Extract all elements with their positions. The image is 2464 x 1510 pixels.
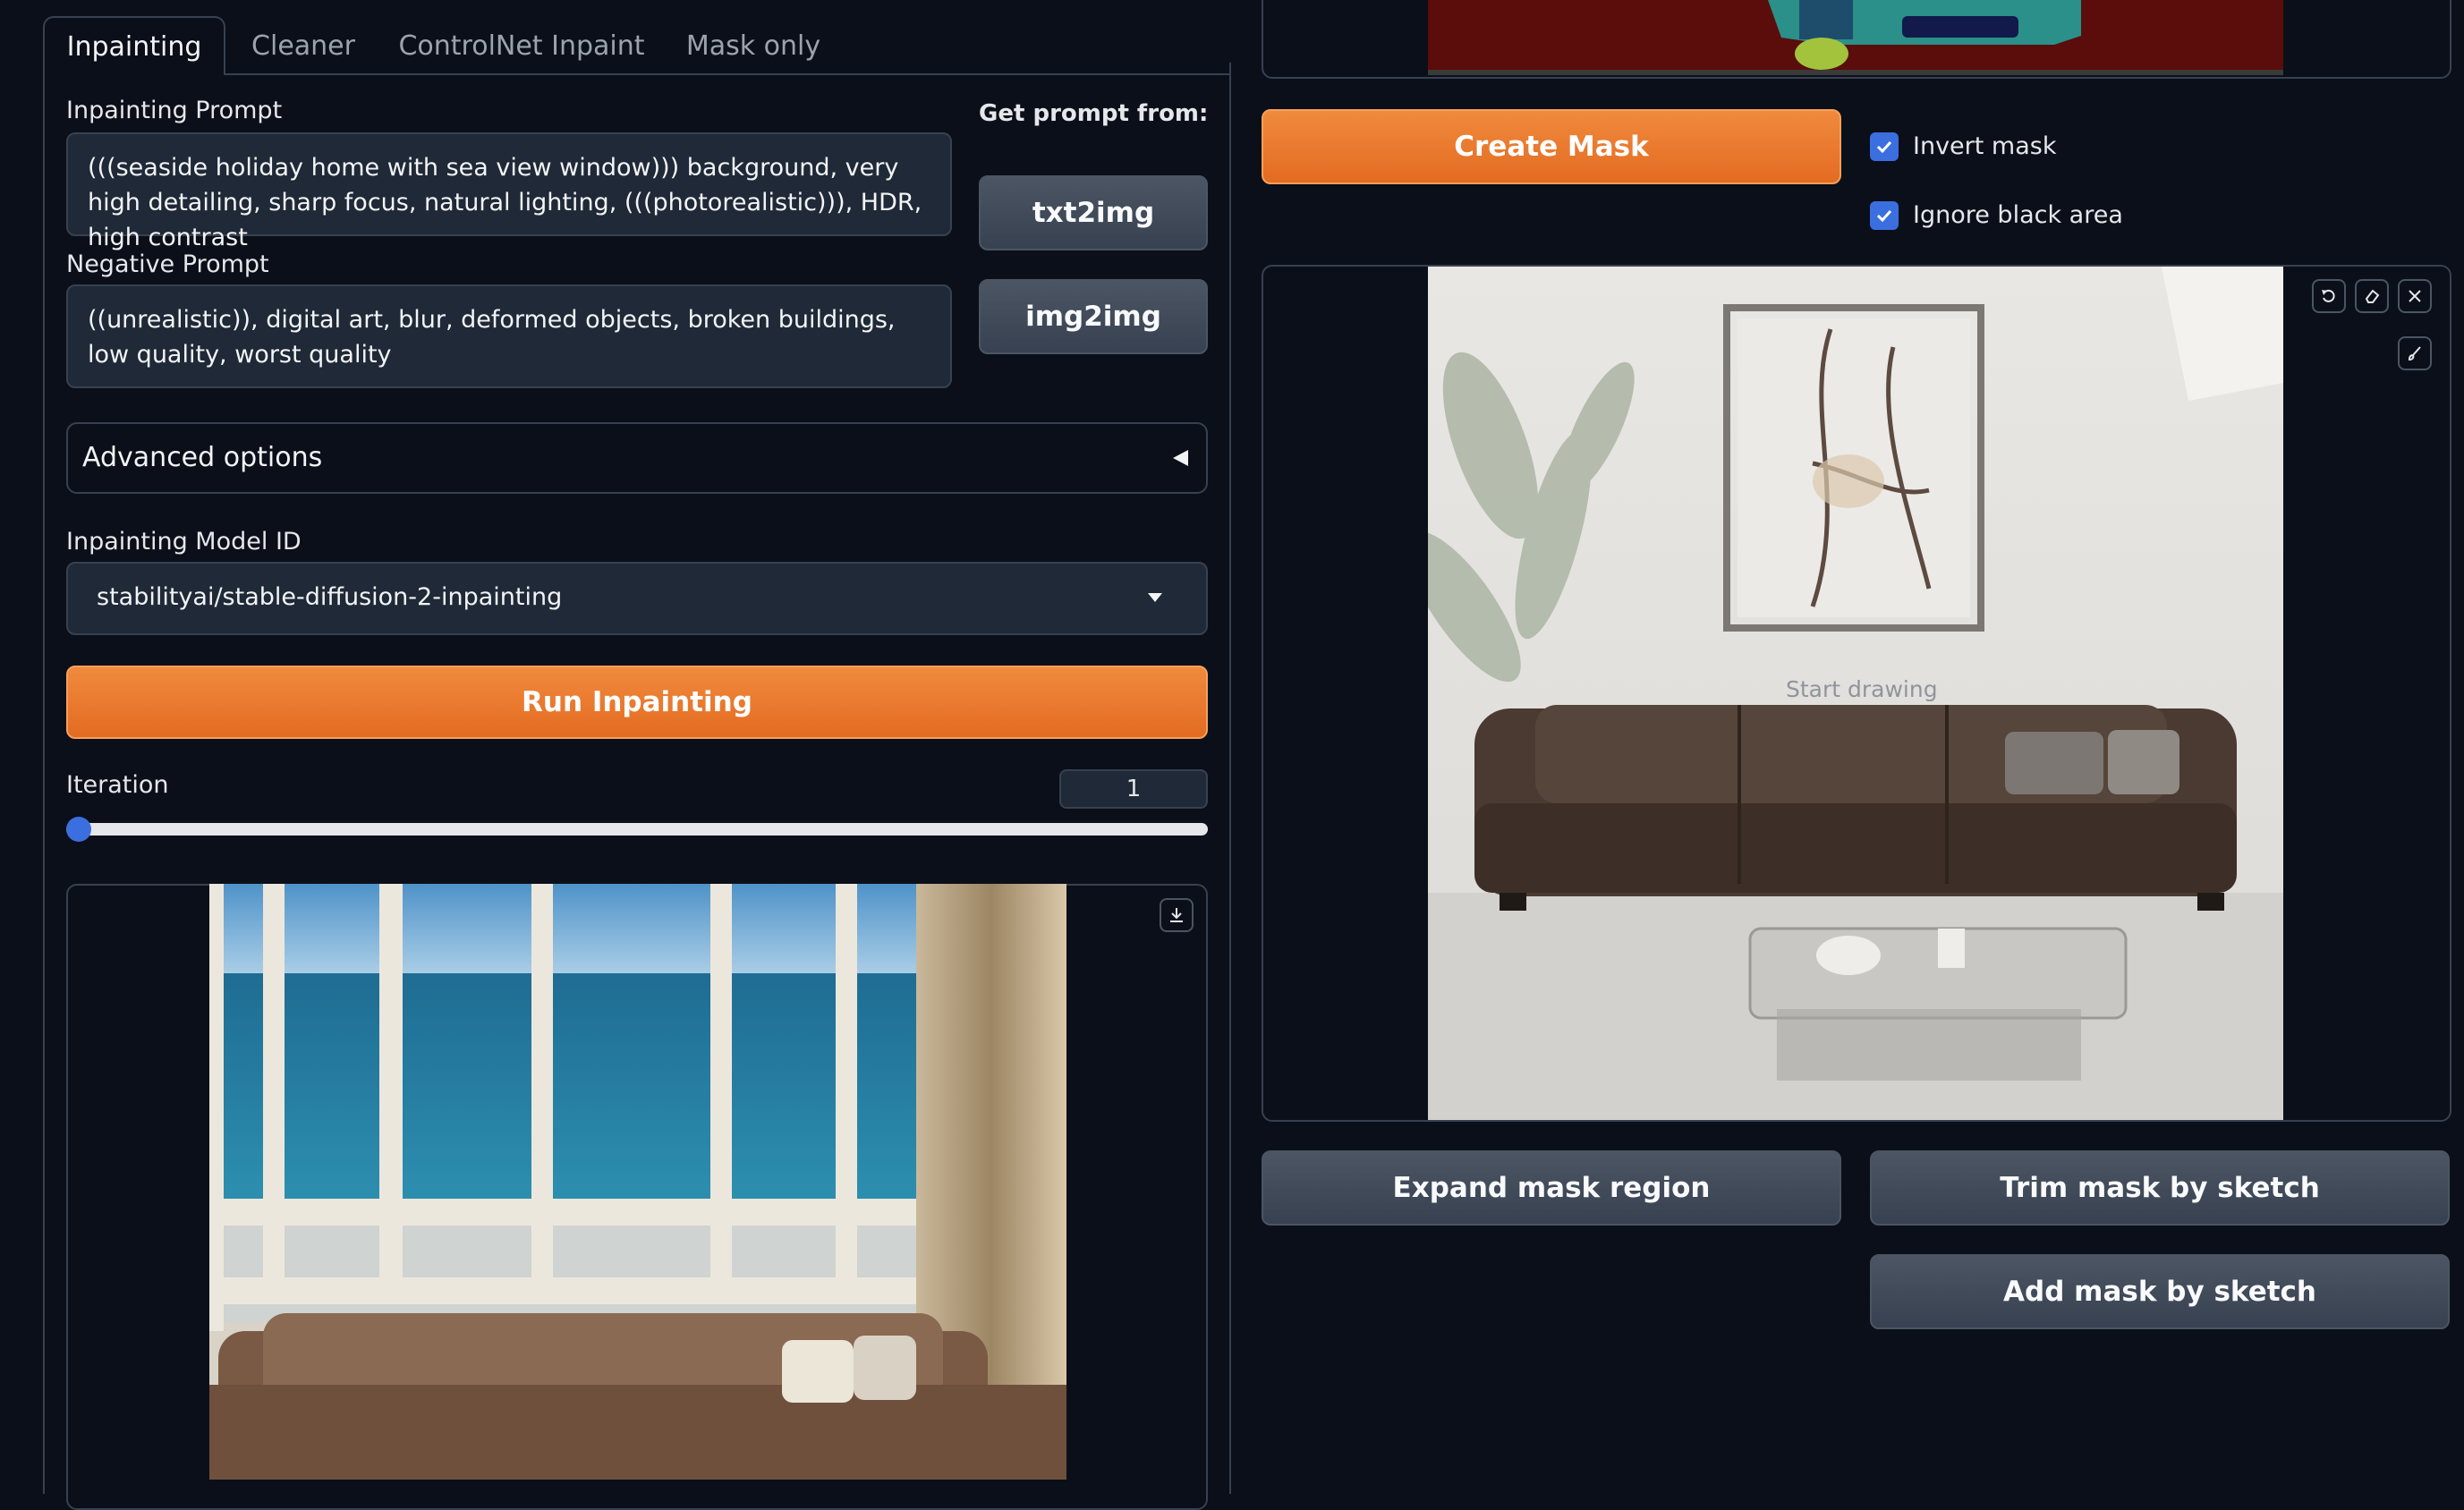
tab-label: Cleaner	[251, 30, 355, 62]
get-prompt-label: Get prompt from:	[979, 100, 1209, 127]
txt2img-button[interactable]: txt2img	[979, 175, 1208, 250]
brush-button[interactable]	[2398, 336, 2432, 370]
iteration-number-input[interactable]: 1	[1059, 769, 1208, 809]
close-button[interactable]	[2398, 279, 2432, 313]
iteration-slider-thumb[interactable]	[66, 817, 91, 842]
advanced-options-accordion[interactable]: Advanced options	[66, 422, 1208, 494]
invert-mask-label: Invert mask	[1913, 132, 2057, 160]
tab-mask-only[interactable]: Mask only	[675, 16, 832, 75]
chevron-down-icon	[1148, 593, 1162, 602]
prompt-textarea[interactable]: (((seaside holiday home with sea view wi…	[66, 132, 952, 251]
tab-label: ControlNet Inpaint	[398, 30, 645, 62]
tab-inpainting[interactable]: Inpainting	[43, 16, 225, 75]
tab-cleaner[interactable]: Cleaner	[234, 16, 372, 75]
undo-icon	[2322, 289, 2335, 302]
check-icon	[1876, 209, 1892, 223]
iteration-slider-track[interactable]	[66, 823, 1208, 836]
close-icon	[2409, 290, 2421, 302]
create-mask-button[interactable]: Create Mask	[1262, 109, 1841, 184]
check-icon	[1876, 140, 1892, 154]
run-inpainting-button[interactable]: Run Inpainting	[66, 666, 1208, 739]
undo-button[interactable]	[2312, 279, 2346, 313]
model-dropdown[interactable]: stabilityai/stable-diffusion-2-inpaintin…	[66, 562, 1208, 635]
mask-preview-image	[1428, 0, 2283, 75]
expand-mask-region-button[interactable]: Expand mask region	[1262, 1150, 1841, 1226]
negative-prompt-label: Negative Prompt	[66, 250, 269, 278]
img2img-button[interactable]: img2img	[979, 279, 1208, 354]
advanced-options-label: Advanced options	[82, 442, 323, 473]
tab-label: Mask only	[685, 30, 821, 62]
add-mask-by-sketch-button[interactable]: Add mask by sketch	[1870, 1254, 2450, 1329]
trim-mask-by-sketch-button[interactable]: Trim mask by sketch	[1870, 1150, 2450, 1226]
caret-left-icon	[1173, 450, 1188, 466]
canvas-placeholder-text: Start drawing	[1786, 676, 1938, 702]
ignore-black-area-checkbox[interactable]	[1870, 201, 1899, 230]
invert-mask-checkbox[interactable]	[1870, 132, 1899, 161]
download-button[interactable]	[1160, 898, 1194, 932]
ignore-black-area-label: Ignore black area	[1913, 201, 2123, 229]
output-image	[209, 884, 1066, 1480]
tab-label: Inpainting	[66, 30, 202, 63]
iteration-label: Iteration	[66, 771, 169, 799]
model-selected-value: stabilityai/stable-diffusion-2-inpaintin…	[97, 583, 563, 611]
model-label: Inpainting Model ID	[66, 528, 302, 556]
brush-icon	[2408, 346, 2421, 361]
prompt-label: Inpainting Prompt	[66, 97, 283, 124]
tab-controlnet-inpaint[interactable]: ControlNet Inpaint	[392, 16, 651, 75]
eraser-icon	[2365, 289, 2380, 303]
download-icon	[1170, 908, 1183, 922]
eraser-button[interactable]	[2355, 279, 2389, 313]
negative-prompt-textarea[interactable]: ((unrealistic)), digital art, blur, defo…	[66, 284, 952, 388]
